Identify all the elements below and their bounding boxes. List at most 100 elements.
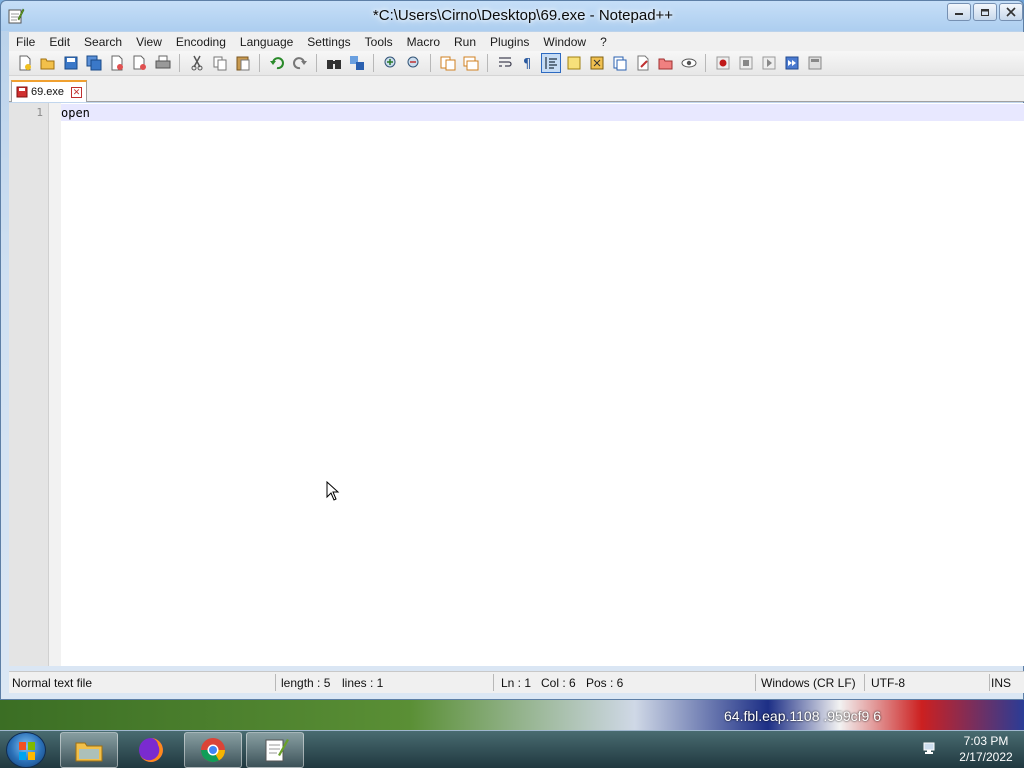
tab-close-icon[interactable]: ✕ (71, 86, 83, 98)
windows-logo-icon (19, 742, 35, 760)
zoom-in-icon (384, 56, 395, 68)
close-all-button[interactable] (130, 53, 150, 73)
current-line-highlight (61, 104, 1024, 121)
editor-line-text[interactable]: open (61, 106, 90, 120)
zoom-in-button[interactable] (381, 53, 401, 73)
cut-button[interactable] (187, 53, 207, 73)
tab-69-exe[interactable]: 69.exe ✕ (11, 80, 87, 102)
title-bar[interactable]: *C:\Users\Cirno\Desktop\69.exe - Notepad… (1, 1, 1023, 31)
taskbar-notepadpp[interactable] (246, 732, 304, 768)
toolbar-separator (316, 54, 317, 72)
udl-icon (567, 56, 580, 70)
menu-encoding[interactable]: Encoding (169, 35, 233, 49)
menu-tools[interactable]: Tools (358, 35, 400, 49)
start-button[interactable] (6, 732, 46, 768)
function-list-icon (590, 56, 603, 70)
fast-forward-icon (785, 56, 798, 70)
paste-button[interactable] (233, 53, 253, 73)
replace-button[interactable] (347, 53, 367, 73)
menu-file[interactable]: File (9, 35, 42, 49)
minimize-button[interactable] (947, 3, 971, 21)
tab-label: 69.exe (31, 86, 65, 98)
status-insert-mode[interactable]: INS (991, 676, 1011, 690)
save-button[interactable] (61, 53, 81, 73)
menu-settings[interactable]: Settings (300, 35, 357, 49)
taskbar-explorer[interactable] (60, 732, 118, 768)
zoom-out-button[interactable] (404, 53, 424, 73)
menu-language[interactable]: Language (233, 35, 300, 49)
user-defined-language-button[interactable] (564, 53, 584, 73)
function-list-button[interactable] (587, 53, 607, 73)
print-button[interactable] (153, 53, 173, 73)
sync-vertical-button[interactable] (438, 53, 458, 73)
network-icon[interactable] (922, 741, 938, 757)
document-map-icon (613, 56, 626, 71)
document-map-button[interactable] (610, 53, 630, 73)
toolbar-separator (259, 54, 260, 72)
menu-plugins[interactable]: Plugins (483, 35, 536, 49)
close-file-icon (111, 55, 123, 71)
view-button[interactable] (679, 53, 699, 73)
close-icon (1006, 7, 1016, 17)
indent-guide-button[interactable] (540, 53, 561, 73)
clock-date: 2/17/2022 (959, 750, 1013, 764)
replace-icon (349, 56, 364, 70)
open-file-button[interactable] (38, 53, 58, 73)
new-file-button[interactable] (15, 53, 35, 73)
taskbar-chrome[interactable] (184, 732, 242, 768)
paste-icon (236, 56, 249, 71)
close-button[interactable] (999, 3, 1023, 21)
sync-horizontal-button[interactable] (461, 53, 481, 73)
menu-run[interactable]: Run (447, 35, 483, 49)
save-icon (64, 56, 77, 70)
cut-icon (191, 55, 202, 71)
sync-horizontal-icon (463, 56, 478, 71)
macro-save-icon (808, 56, 821, 70)
toolbar-separator (430, 54, 431, 72)
menu-search[interactable]: Search (77, 35, 129, 49)
taskbar-firefox[interactable] (122, 732, 180, 768)
menu-macro[interactable]: Macro (400, 35, 447, 49)
folder-icon (658, 58, 672, 70)
menu-edit[interactable]: Edit (42, 35, 77, 49)
word-wrap-button[interactable] (495, 53, 515, 73)
mouse-pointer-icon (326, 481, 340, 501)
undo-button[interactable] (267, 53, 287, 73)
fold-margin[interactable] (49, 103, 61, 666)
macro-run-multiple-button[interactable] (782, 53, 802, 73)
redo-icon (292, 57, 307, 70)
zoom-out-icon (407, 56, 418, 68)
editor-area[interactable]: 1 open (9, 103, 1024, 666)
status-encoding[interactable]: UTF-8 (871, 676, 905, 690)
macro-play-button[interactable] (759, 53, 779, 73)
status-divider (864, 674, 865, 691)
menu-help[interactable]: ? (593, 35, 614, 49)
stop-icon (739, 56, 752, 70)
menu-window[interactable]: Window (536, 35, 593, 49)
close-file-button[interactable] (107, 53, 127, 73)
folder-workspace-icon (637, 55, 648, 71)
macro-save-button[interactable] (805, 53, 825, 73)
macro-record-button[interactable] (713, 53, 733, 73)
menu-view[interactable]: View (129, 35, 169, 49)
status-divider (275, 674, 276, 691)
toolbar-separator (487, 54, 488, 72)
undo-icon (269, 57, 284, 70)
clock[interactable]: 7:03 PM 2/17/2022 (950, 733, 1022, 765)
save-all-button[interactable] (84, 53, 104, 73)
macro-stop-button[interactable] (736, 53, 756, 73)
sync-vertical-icon (440, 56, 455, 71)
restore-button[interactable] (973, 3, 997, 21)
indent-guide-icon (544, 57, 557, 69)
folder-as-workspace-button[interactable] (633, 53, 653, 73)
find-button[interactable] (324, 53, 344, 73)
monitoring-button[interactable] (656, 53, 676, 73)
eye-icon (681, 58, 696, 68)
status-divider (755, 674, 756, 691)
clock-time: 7:03 PM (963, 734, 1009, 748)
copy-button[interactable] (210, 53, 230, 73)
status-eol[interactable]: Windows (CR LF) (761, 676, 856, 690)
show-all-chars-button[interactable]: ¶ (518, 53, 538, 73)
play-icon (762, 56, 775, 70)
redo-button[interactable] (290, 53, 310, 73)
